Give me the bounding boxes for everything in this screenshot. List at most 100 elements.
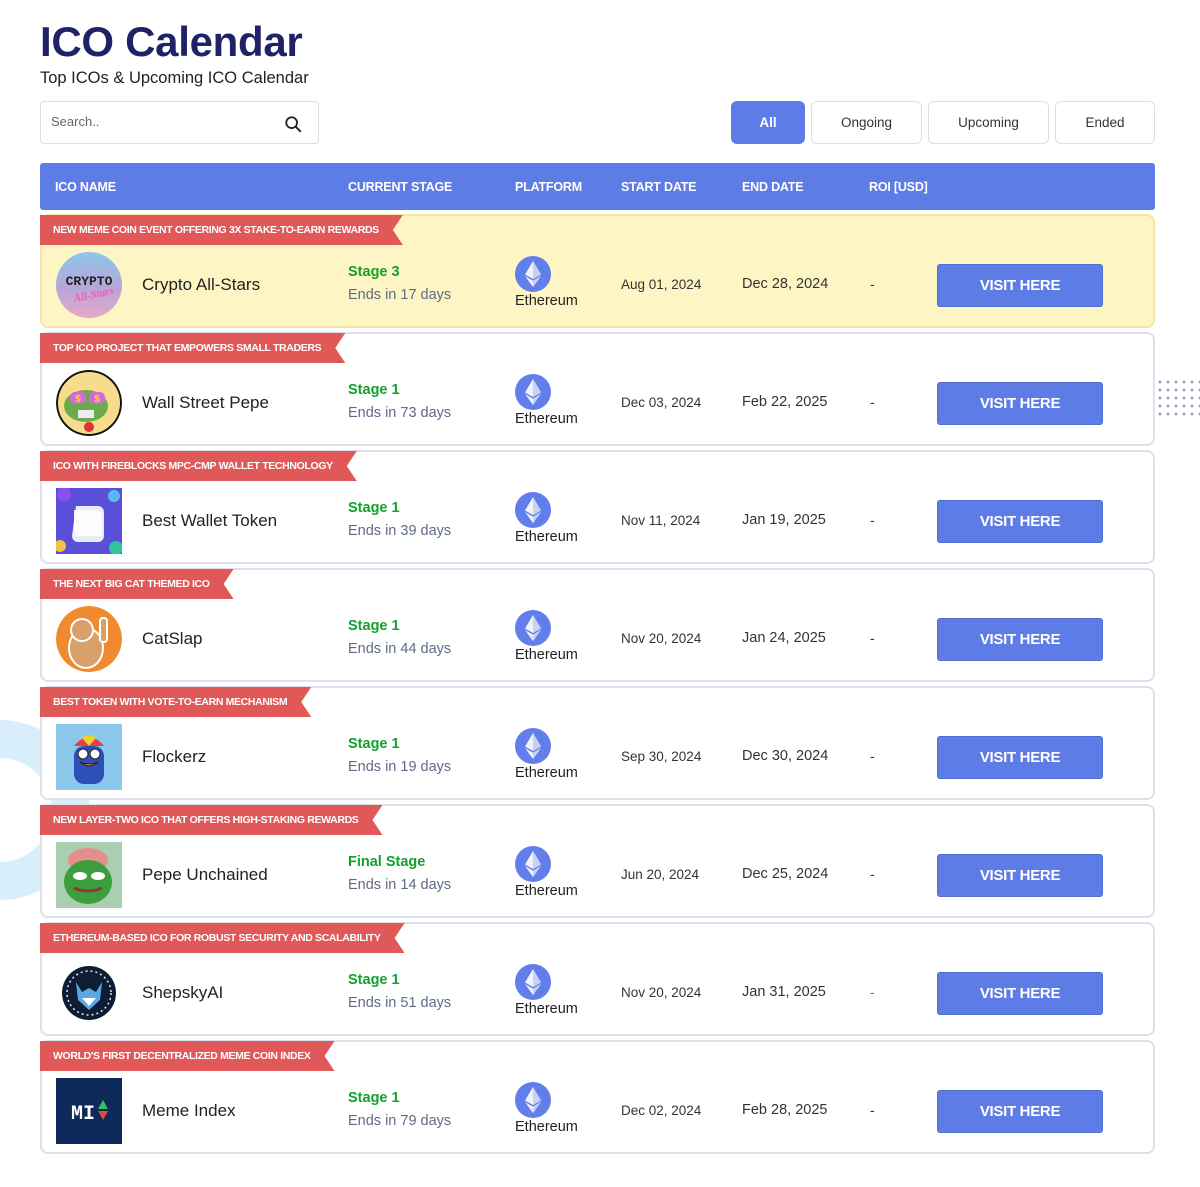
ico-name[interactable]: Wall Street Pepe	[142, 393, 269, 413]
visit-here-button[interactable]: VISIT HERE	[937, 972, 1103, 1015]
ico-row-shepskyai: ETHEREUM-BASED ICO FOR ROBUST SECURITY A…	[40, 922, 1155, 1036]
ico-name[interactable]: Crypto All-Stars	[142, 275, 260, 295]
visit-here-button[interactable]: VISIT HERE	[937, 854, 1103, 897]
platform-name: Ethereum	[515, 1001, 578, 1017]
ends-in: Ends in 44 days	[348, 641, 452, 657]
ribbon-tagline: NEW LAYER-TWO ICO THAT OFFERS HIGH-STAKI…	[40, 805, 382, 835]
ribbon-tagline: ICO WITH FIREBLOCKS MPC-CMP WALLET TECHN…	[40, 451, 357, 481]
ends-in: Ends in 51 days	[348, 995, 452, 1011]
end-date: Feb 28, 2025	[742, 1102, 828, 1118]
platform-name: Ethereum	[515, 1119, 578, 1135]
roi-value: -	[870, 866, 875, 882]
filter-ended-button[interactable]: Ended	[1055, 101, 1155, 144]
start-date: Jun 20, 2024	[621, 867, 700, 882]
current-stage: Stage 1	[348, 618, 400, 634]
platform-name: Ethereum	[515, 411, 578, 427]
ethereum-icon	[515, 728, 551, 764]
ends-in: Ends in 79 days	[348, 1113, 452, 1129]
end-date: Jan 19, 2025	[742, 512, 826, 528]
roi-value: -	[870, 1102, 875, 1118]
platform-name: Ethereum	[515, 529, 578, 545]
ethereum-icon	[515, 1082, 551, 1118]
current-stage: Stage 1	[348, 972, 400, 988]
ethereum-icon	[515, 846, 551, 882]
visit-here-button[interactable]: VISIT HERE	[937, 1090, 1103, 1133]
ends-in: Ends in 19 days	[348, 759, 452, 775]
svg-text:MI: MI	[71, 1103, 95, 1126]
svg-text:$: $	[94, 394, 100, 405]
ends-in: Ends in 17 days	[348, 287, 452, 303]
start-date: Dec 03, 2024	[621, 395, 702, 410]
platform-name: Ethereum	[515, 293, 578, 309]
end-date: Dec 28, 2024	[742, 276, 829, 292]
start-date: Aug 01, 2024	[621, 277, 702, 292]
ends-in: Ends in 14 days	[348, 877, 452, 893]
ico-row-meme-index: WORLD'S FIRST DECENTRALIZED MEME COIN IN…	[40, 1040, 1155, 1154]
filter-tabs: All Ongoing Upcoming Ended	[731, 101, 1155, 144]
ends-in: Ends in 73 days	[348, 405, 452, 421]
catslap-logo	[56, 606, 122, 672]
filter-ongoing-button[interactable]: Ongoing	[811, 101, 922, 144]
ico-name[interactable]: Meme Index	[142, 1101, 236, 1121]
platform-name: Ethereum	[515, 765, 578, 781]
ribbon-tagline: WORLD'S FIRST DECENTRALIZED MEME COIN IN…	[40, 1041, 335, 1071]
ico-name[interactable]: Best Wallet Token	[142, 511, 277, 531]
start-date: Dec 02, 2024	[621, 1103, 702, 1118]
current-stage: Final Stage	[348, 854, 426, 870]
ico-row-best-wallet-token: ICO WITH FIREBLOCKS MPC-CMP WALLET TECHN…	[40, 450, 1155, 564]
ico-row-catslap: THE NEXT BIG CAT THEMED ICO CatSlap Stag…	[40, 568, 1155, 682]
start-date: Sep 30, 2024	[621, 749, 702, 764]
ico-list: NEW MEME COIN EVENT OFFERING 3X STAKE-TO…	[40, 214, 1155, 1158]
visit-here-button[interactable]: VISIT HERE	[937, 500, 1103, 543]
roi-value: -	[870, 984, 875, 1000]
roi-value: -	[870, 630, 875, 646]
roi-value: -	[870, 276, 875, 292]
roi-value: -	[870, 394, 875, 410]
ico-name[interactable]: ShepskyAI	[142, 983, 223, 1003]
ico-row-flockerz: BEST TOKEN WITH VOTE-TO-EARN MECHANISM F…	[40, 686, 1155, 800]
column-header-current-stage: CURRENT STAGE	[348, 180, 453, 194]
flockerz-logo	[56, 724, 122, 790]
best-wallet-token-logo	[56, 488, 122, 554]
ico-name[interactable]: Flockerz	[142, 747, 206, 767]
search-box[interactable]	[40, 101, 319, 144]
ico-name[interactable]: CatSlap	[142, 629, 202, 649]
column-header-ico-name: ICO NAME	[55, 180, 116, 194]
ico-row-crypto-all-stars: NEW MEME COIN EVENT OFFERING 3X STAKE-TO…	[40, 214, 1155, 328]
end-date: Jan 24, 2025	[742, 630, 826, 646]
pepe-unchained-logo	[56, 842, 122, 908]
visit-here-button[interactable]: VISIT HERE	[937, 382, 1103, 425]
filter-upcoming-button[interactable]: Upcoming	[928, 101, 1049, 144]
start-date: Nov 20, 2024	[621, 631, 702, 646]
column-header-end-date: END DATE	[742, 180, 804, 194]
ribbon-tagline: THE NEXT BIG CAT THEMED ICO	[40, 569, 234, 599]
ico-name[interactable]: Pepe Unchained	[142, 865, 268, 885]
end-date: Dec 25, 2024	[742, 866, 829, 882]
column-header-platform: PLATFORM	[515, 180, 582, 194]
end-date: Jan 31, 2025	[742, 984, 826, 1000]
visit-here-button[interactable]: VISIT HERE	[937, 618, 1103, 661]
column-header-start-date: START DATE	[621, 180, 697, 194]
filter-all-button[interactable]: All	[731, 101, 805, 144]
ethereum-icon	[515, 492, 551, 528]
search-input[interactable]	[51, 114, 271, 129]
ribbon-tagline: NEW MEME COIN EVENT OFFERING 3X STAKE-TO…	[40, 215, 403, 245]
search-icon[interactable]	[284, 115, 302, 133]
decorative-dots	[1156, 378, 1200, 418]
ethereum-icon	[515, 374, 551, 410]
roi-value: -	[870, 512, 875, 528]
ribbon-tagline: TOP ICO PROJECT THAT EMPOWERS SMALL TRAD…	[40, 333, 345, 363]
visit-here-button[interactable]: VISIT HERE	[937, 264, 1103, 307]
ribbon-tagline: BEST TOKEN WITH VOTE-TO-EARN MECHANISM	[40, 687, 311, 717]
meme-index-logo: MI	[56, 1078, 122, 1144]
visit-here-button[interactable]: VISIT HERE	[937, 736, 1103, 779]
ribbon-tagline: ETHEREUM-BASED ICO FOR ROBUST SECURITY A…	[40, 923, 405, 953]
platform-name: Ethereum	[515, 647, 578, 663]
ethereum-icon	[515, 964, 551, 1000]
ethereum-icon	[515, 256, 551, 292]
current-stage: Stage 3	[348, 264, 400, 280]
ico-row-wall-street-pepe: TOP ICO PROJECT THAT EMPOWERS SMALL TRAD…	[40, 332, 1155, 446]
column-header-roi: ROI [USD]	[869, 180, 928, 194]
start-date: Nov 20, 2024	[621, 985, 702, 1000]
end-date: Dec 30, 2024	[742, 748, 829, 764]
